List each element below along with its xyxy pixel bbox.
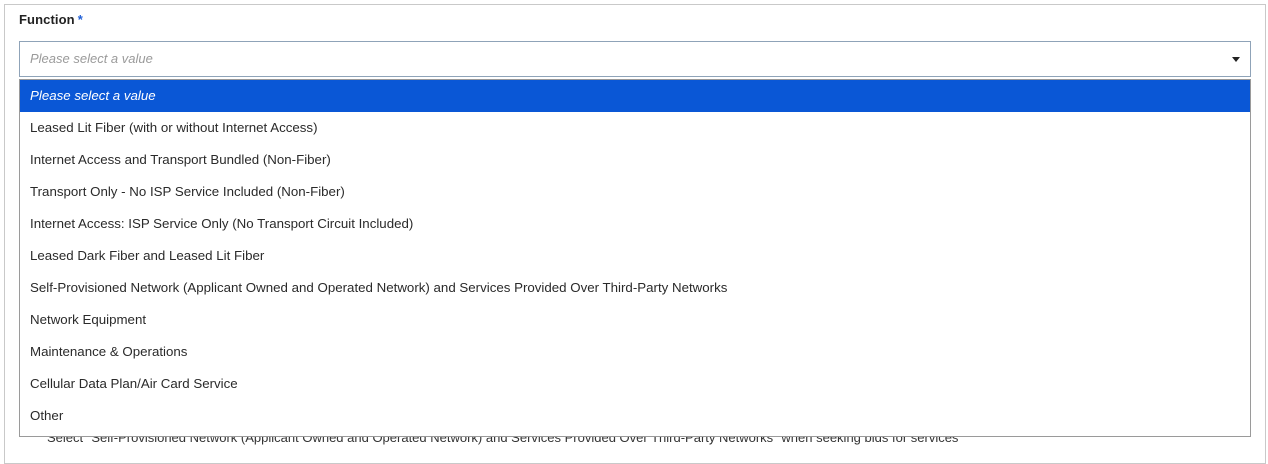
dropdown-option-isp-service-only[interactable]: Internet Access: ISP Service Only (No Tr… xyxy=(20,208,1250,240)
dropdown-option-leased-lit-fiber[interactable]: Leased Lit Fiber (with or without Intern… xyxy=(20,112,1250,144)
function-dropdown-list[interactable]: Please select a value Leased Lit Fiber (… xyxy=(19,79,1251,437)
function-field-label: Function * xyxy=(19,12,83,27)
dropdown-option-maintenance-operations[interactable]: Maintenance & Operations xyxy=(20,336,1250,368)
dropdown-option-dark-and-lit-fiber[interactable]: Leased Dark Fiber and Leased Lit Fiber xyxy=(20,240,1250,272)
dropdown-option-other[interactable]: Other xyxy=(20,400,1250,432)
function-select[interactable]: Please select a value xyxy=(19,41,1251,77)
caret-down-icon[interactable] xyxy=(1232,57,1240,62)
dropdown-option-self-provisioned-network[interactable]: Self-Provisioned Network (Applicant Owne… xyxy=(20,272,1250,304)
dropdown-option-internet-transport-bundled[interactable]: Internet Access and Transport Bundled (N… xyxy=(20,144,1250,176)
dropdown-option-placeholder[interactable]: Please select a value xyxy=(20,80,1250,112)
function-select-placeholder: Please select a value xyxy=(30,51,153,66)
dropdown-option-cellular-data-plan[interactable]: Cellular Data Plan/Air Card Service xyxy=(20,368,1250,400)
dropdown-option-network-equipment[interactable]: Network Equipment xyxy=(20,304,1250,336)
function-label-text: Function xyxy=(19,12,75,27)
dropdown-option-transport-only[interactable]: Transport Only - No ISP Service Included… xyxy=(20,176,1250,208)
required-marker: * xyxy=(77,12,83,27)
